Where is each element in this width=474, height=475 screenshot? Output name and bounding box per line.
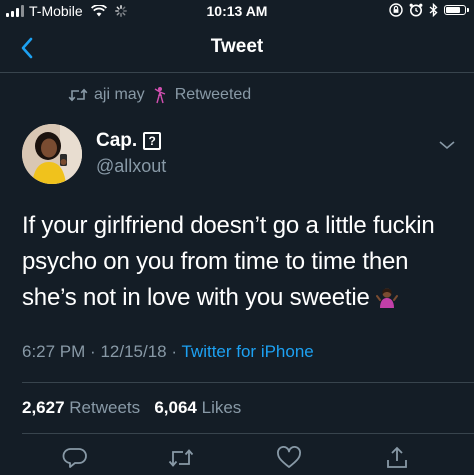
avatar-image [22,124,82,184]
retweeter-name[interactable]: aji may [94,86,145,104]
tweet-text: If your girlfriend doesn’t go a little f… [22,208,462,316]
tweet-timestamp-row: 6:27 PM · 12/15/18 · Twitter for iPhone [22,342,314,362]
nav-bar: Tweet [0,24,474,73]
divider [22,382,474,383]
reply-icon[interactable] [62,446,88,470]
retweeted-label: Retweeted [174,86,252,103]
likes-label: Likes [201,398,242,417]
author-display-name[interactable]: Cap. ? [96,130,162,152]
tweet-source-link[interactable]: Twitter for iPhone [181,342,313,361]
likes-stat[interactable]: 6,064 Likes [154,398,241,417]
author-handle[interactable]: @allxout [96,156,166,177]
tweet-author: Cap. ? @allxout [22,124,462,186]
battery-level [446,7,461,13]
battery-icon [444,5,469,15]
avatar[interactable] [22,124,82,184]
orientation-lock-icon [389,3,403,17]
retweets-count: 2,627 [22,398,65,417]
unknown-glyph-badge: ? [143,132,162,150]
woman-shrugging-emoji-icon [376,288,399,308]
status-bar: T-Mobile 10:13 AM [0,0,474,24]
dancing-woman-emoji-icon [154,87,165,104]
status-right [389,3,469,17]
page-title: Tweet [210,36,264,57]
meta-separator: · [90,342,96,361]
retweet-context[interactable]: aji may Retweeted [68,86,251,104]
tweet-stats: 2,627 Retweets 6,064 Likes [22,398,241,418]
tweet-text-body: If your girlfriend doesn’t go a little f… [22,212,435,311]
divider [22,433,474,434]
heart-icon[interactable] [276,446,302,470]
share-icon[interactable] [384,446,410,470]
tweet-time: 6:27 PM [22,342,86,361]
retweet-icon [68,88,88,102]
tweet-date: 12/15/18 [100,342,167,361]
meta-separator: · [171,342,178,361]
tweet-options-button[interactable] [438,138,456,152]
retweet-action-icon[interactable] [168,446,194,470]
retweets-stat[interactable]: 2,627 Retweets [22,398,140,417]
tweet-action-bar [0,440,474,475]
display-name-text: Cap. [96,130,138,151]
likes-count: 6,064 [154,398,197,417]
retweets-label: Retweets [69,398,141,417]
alarm-icon [409,3,423,17]
bluetooth-icon [429,3,438,17]
